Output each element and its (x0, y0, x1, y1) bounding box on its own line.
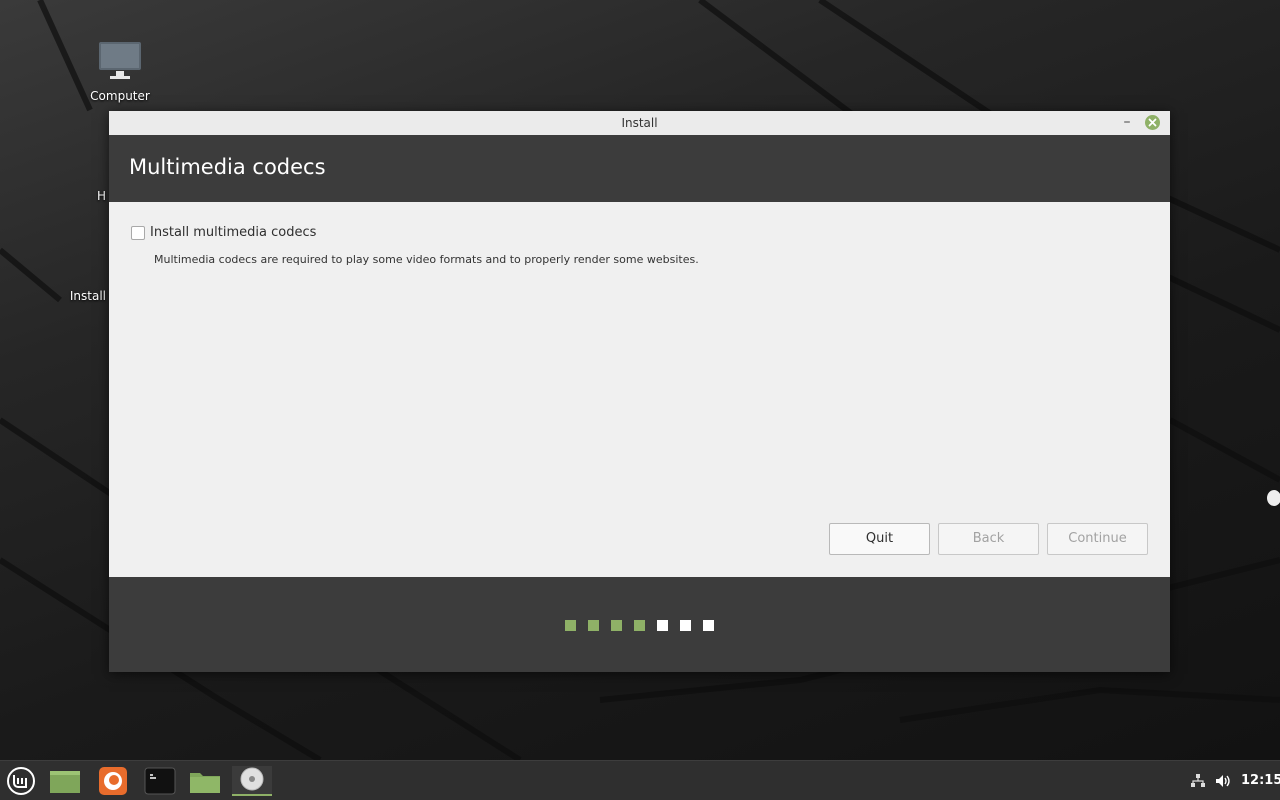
minimize-button[interactable]: – (1117, 113, 1137, 133)
menu-button[interactable] (4, 766, 38, 796)
continue-button[interactable]: Continue (1047, 523, 1148, 555)
back-button[interactable]: Back (938, 523, 1039, 555)
volume-icon[interactable] (1214, 772, 1232, 790)
progress-step-dot (588, 620, 599, 631)
installer-disc-icon (240, 767, 264, 791)
codecs-option[interactable]: Install multimedia codecs (131, 225, 316, 240)
install-window: Install – Multimedia codecs Install mult… (109, 111, 1170, 672)
progress-step-dot (611, 620, 622, 631)
files-icon (190, 773, 220, 793)
progress-indicator (565, 620, 714, 631)
progress-step-dot (634, 620, 645, 631)
quit-button[interactable]: Quit (829, 523, 930, 555)
close-icon (1148, 118, 1157, 127)
progress-step-dot (703, 620, 714, 631)
window-titlebar[interactable]: Install – (109, 111, 1170, 136)
desktop-icon-label: Computer (90, 89, 150, 103)
desktop-edge-icon (1267, 490, 1280, 506)
installer-window-button[interactable] (232, 766, 272, 796)
menu-icon (7, 767, 35, 795)
progress-footer (109, 577, 1170, 672)
page-content: Install multimedia codecs Multimedia cod… (109, 202, 1170, 577)
window-title: Install (621, 116, 658, 130)
show-desktop-icon (50, 771, 80, 793)
network-icon[interactable] (1190, 773, 1206, 789)
computer-icon (99, 42, 141, 79)
desktop-icon-computer[interactable]: Computer (70, 42, 170, 103)
terminal-icon (144, 767, 176, 795)
progress-step-dot (565, 620, 576, 631)
page-header: Multimedia codecs (109, 135, 1170, 202)
terminal-launcher[interactable] (143, 766, 177, 796)
progress-step-dot (680, 620, 691, 631)
firefox-icon (99, 767, 127, 795)
clock[interactable]: 12:15 (1241, 773, 1280, 788)
taskbar: 12:15 (0, 760, 1280, 800)
files-launcher[interactable] (188, 766, 222, 796)
page-title: Multimedia codecs (129, 155, 326, 179)
codecs-checkbox[interactable] (131, 225, 145, 240)
firefox-launcher[interactable] (97, 766, 131, 796)
close-button[interactable] (1145, 115, 1160, 130)
codecs-description: Multimedia codecs are required to play s… (154, 253, 699, 266)
progress-step-dot (657, 620, 668, 631)
show-desktop-button[interactable] (48, 766, 82, 796)
codecs-checkbox-label[interactable]: Install multimedia codecs (150, 225, 316, 240)
